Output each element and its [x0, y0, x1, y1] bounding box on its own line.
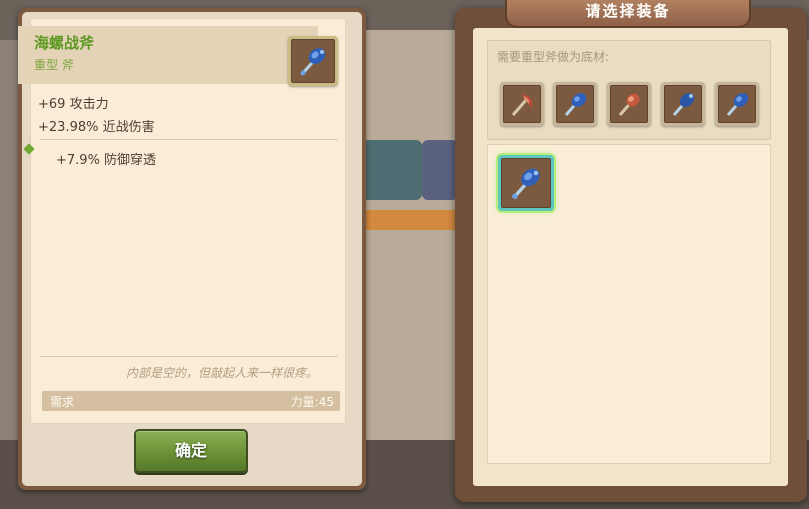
material-slot[interactable]: [553, 82, 597, 126]
candidate-equipment-slot[interactable]: [498, 155, 554, 211]
requirement-bar: 需求 力量:45: [42, 391, 340, 411]
background-item: [362, 210, 462, 230]
equipment-select-title: 请选择装备: [505, 0, 751, 28]
requirement-value: 力量:45: [290, 395, 334, 409]
red-axe-icon: [503, 85, 541, 123]
item-preview-slot: [288, 36, 338, 86]
material-slot[interactable]: [715, 82, 759, 126]
requirement-label: 需求: [50, 395, 75, 409]
material-slot[interactable]: [607, 82, 651, 126]
blue-axe-icon: [664, 85, 702, 123]
material-slot[interactable]: [661, 82, 705, 126]
background-item: [422, 140, 458, 200]
blue-axe-icon: [501, 158, 551, 208]
background-item: [362, 140, 422, 200]
red-axe-icon: [610, 85, 648, 123]
blue-axe-icon: [718, 85, 756, 123]
flavor-text: 内部是空的，但敲起人来一样很疼。: [125, 366, 318, 380]
item-name: 海螺战斧: [34, 34, 95, 52]
blue-axe-icon: [291, 39, 335, 83]
stat-bonus-penetration: +7.9% 防御穿透: [56, 153, 157, 168]
stat-attack: +69 攻击力: [38, 97, 109, 112]
item-type: 重型 斧: [34, 58, 74, 72]
flavor-divider: [40, 356, 338, 357]
stats-divider: [40, 139, 338, 140]
material-slot[interactable]: [500, 82, 544, 126]
confirm-button[interactable]: 确定: [134, 429, 248, 473]
blue-axe-icon: [556, 85, 594, 123]
stat-melee-damage: +23.98% 近战伤害: [38, 120, 155, 135]
material-requirement-label: 需要重型斧做为底材:: [497, 50, 610, 64]
